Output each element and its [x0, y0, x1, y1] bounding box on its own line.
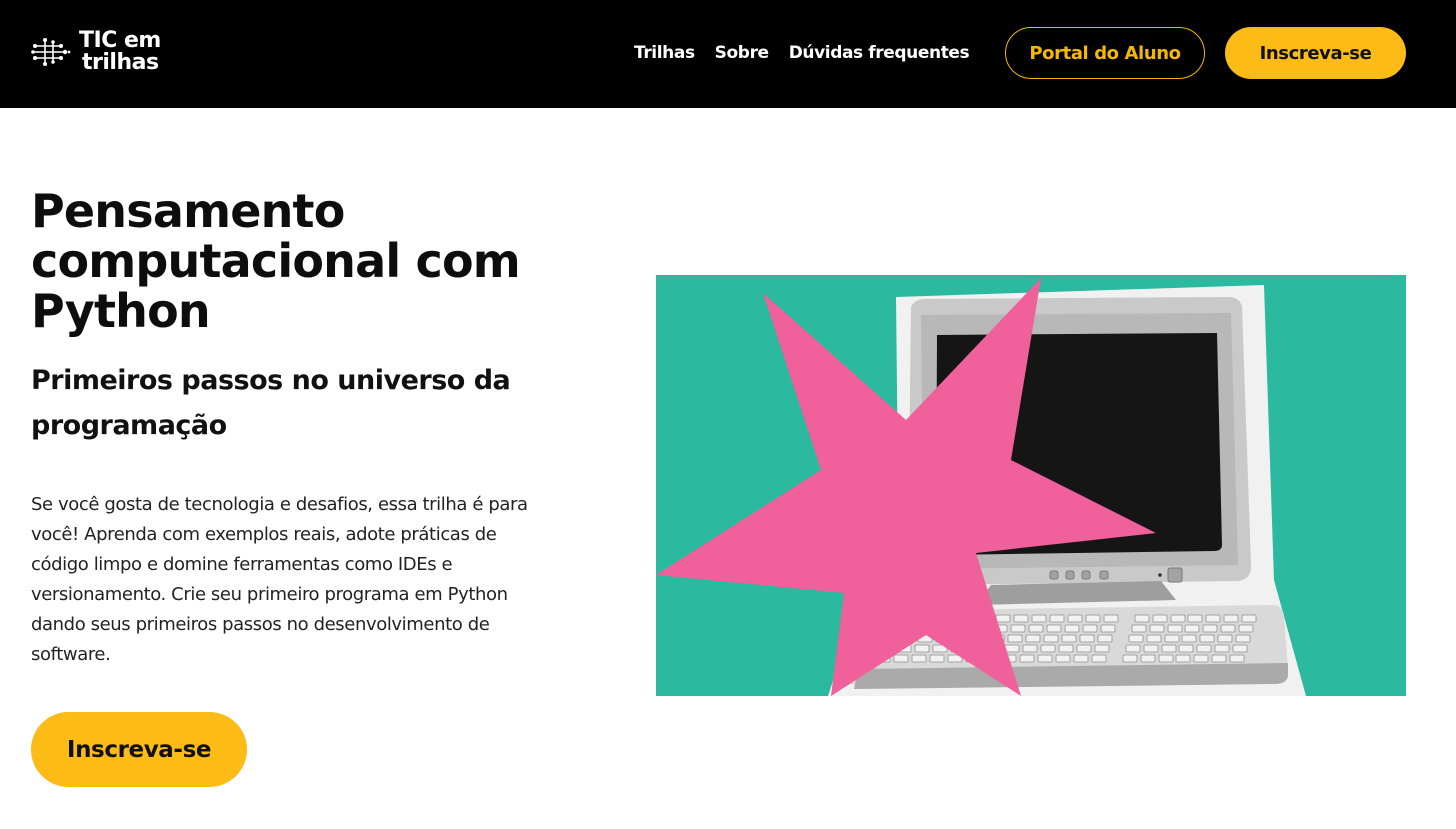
- top-navigation-bar: TIC em trilhas Trilhas Sobre Dúvidas fre…: [0, 0, 1456, 108]
- hero-description: Se você gosta de tecnologia e desafios, …: [31, 494, 528, 665]
- nav-link-duvidas-frequentes[interactable]: Dúvidas frequentes: [789, 42, 970, 64]
- nav-link-sobre[interactable]: Sobre: [715, 42, 769, 64]
- logo-line-1: TIC em: [79, 28, 161, 53]
- retro-computer-illustration: [656, 275, 1406, 696]
- student-portal-button[interactable]: Portal do Aluno: [1005, 27, 1205, 79]
- nav-link-trilhas[interactable]: Trilhas: [634, 42, 695, 64]
- logo-wordmark: TIC em trilhas: [79, 30, 161, 74]
- page-subtitle: Primeiros passos no universo da programa…: [31, 365, 511, 441]
- circuit-dots-icon: [31, 38, 71, 66]
- page-title: Pensamento computacional com Python: [31, 184, 521, 338]
- main-nav: Trilhas Sobre Dúvidas frequentes: [634, 42, 970, 64]
- site-logo[interactable]: TIC em trilhas: [31, 30, 161, 74]
- logo-line-2: trilhas: [82, 50, 159, 75]
- header-signup-button[interactable]: Inscreva-se: [1225, 27, 1406, 79]
- hero-signup-button[interactable]: Inscreva-se: [31, 712, 247, 787]
- hero-illustration: [656, 275, 1406, 696]
